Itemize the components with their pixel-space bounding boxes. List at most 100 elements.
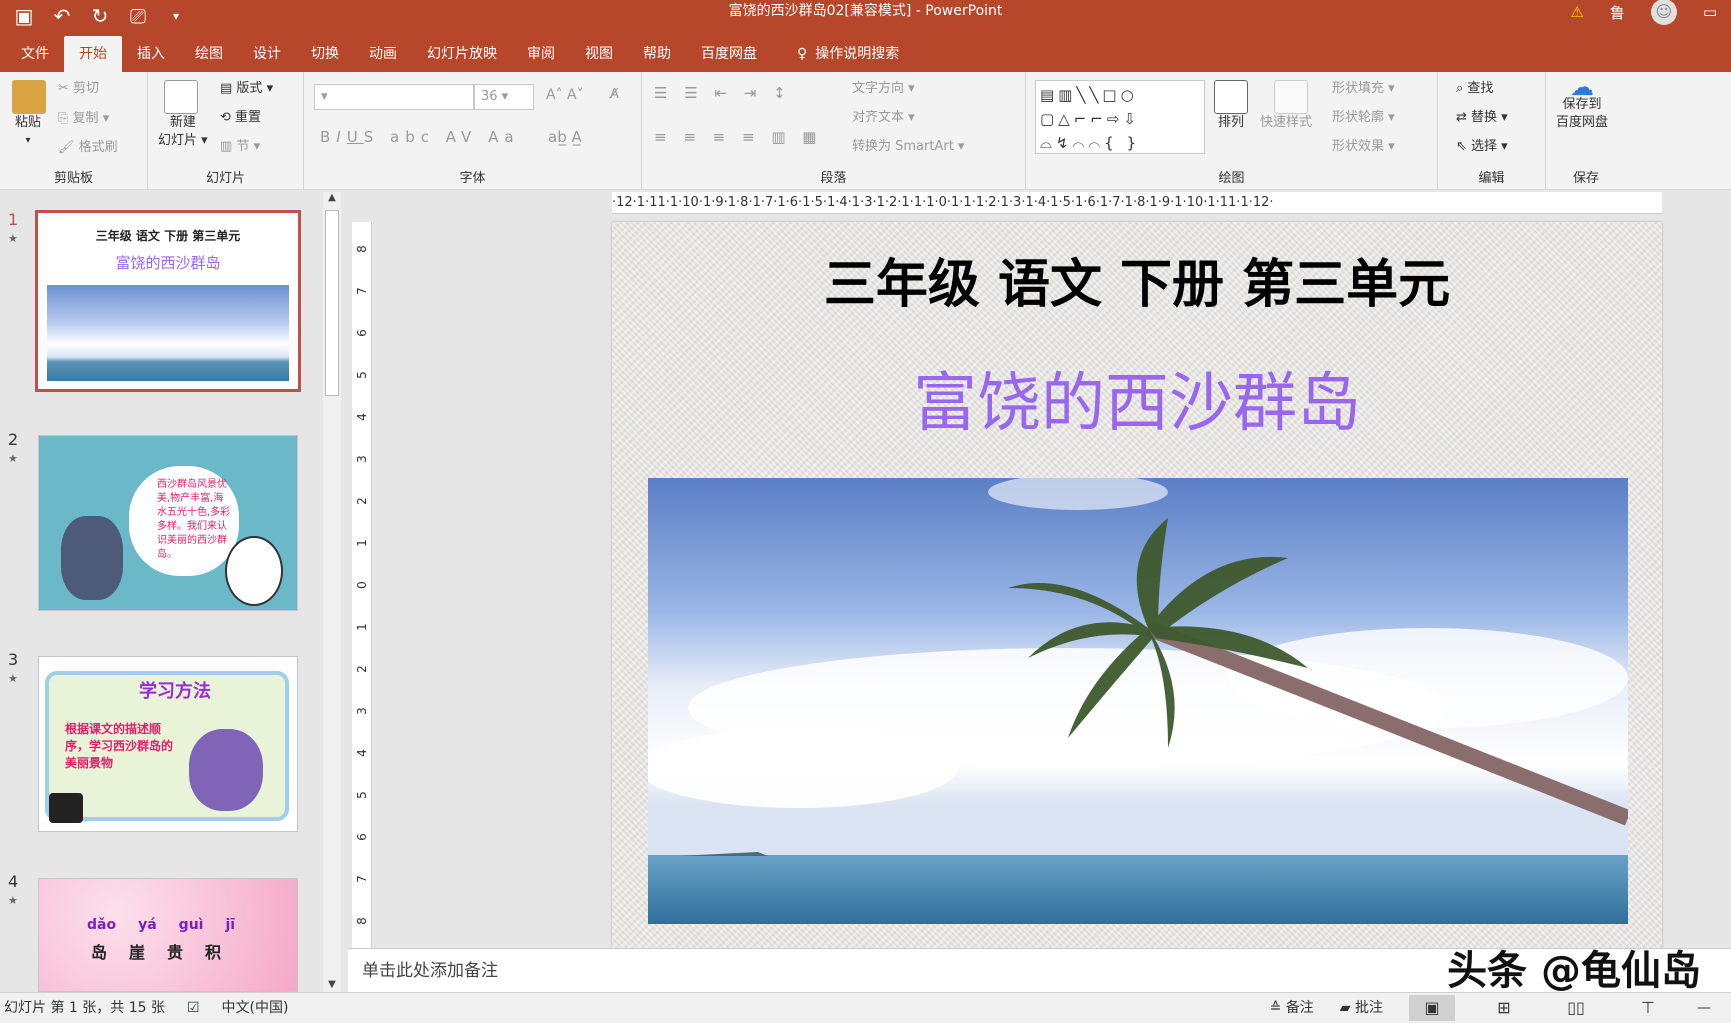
- slide-sorter-icon[interactable]: ⊞: [1481, 995, 1527, 1021]
- tab-help[interactable]: 帮助: [628, 36, 686, 72]
- avatar[interactable]: ☺: [1650, 0, 1677, 25]
- tab-review[interactable]: 审阅: [512, 36, 570, 72]
- thumb-number: 1: [8, 210, 19, 229]
- thumb-number: 2: [8, 430, 19, 449]
- group-save: ☁ 保存到 百度网盘 保存: [1546, 72, 1626, 190]
- notes-placeholder: 单击此处添加备注: [362, 961, 498, 981]
- animation-star-icon: ★: [8, 232, 18, 245]
- slide-thumbnail-4[interactable]: dǎo yá guì jī 岛崖贵积: [38, 878, 298, 992]
- font-format-buttons[interactable]: BIUS abc AV Aa: [320, 128, 520, 146]
- layout-button[interactable]: ▤ 版式 ▾: [220, 80, 273, 98]
- find-icon: ⌕: [1456, 81, 1468, 96]
- tab-design[interactable]: 设计: [238, 36, 296, 72]
- list-buttons[interactable]: ☰ ☰ ⇤ ⇥ ↕: [654, 84, 792, 102]
- slideshow-view-icon[interactable]: ⊤: [1625, 995, 1671, 1021]
- zoom-out-icon[interactable]: —: [1697, 993, 1711, 1023]
- vertical-ruler: 87654321012345678: [352, 222, 372, 948]
- copy-icon: ⎘: [58, 111, 73, 126]
- slide-thumbnail-1[interactable]: 三年级 语文 下册 第三单元 富饶的西沙群岛: [35, 210, 301, 392]
- tab-insert[interactable]: 插入: [122, 36, 180, 72]
- animation-star-icon: ★: [8, 452, 18, 465]
- thumbnail-scrollbar[interactable]: ▲ ▼: [323, 192, 341, 992]
- scroll-up-icon[interactable]: ▲: [323, 192, 341, 203]
- slide-canvas[interactable]: 三年级 语文 下册 第三单元 富饶的西沙群岛: [612, 222, 1662, 948]
- baidu-cloud-icon: ☁: [1570, 73, 1594, 101]
- font-size-combo[interactable]: 36 ▾: [474, 84, 534, 110]
- tab-view[interactable]: 视图: [570, 36, 628, 72]
- warning-icon[interactable]: ⚠: [1570, 3, 1583, 21]
- text-direction-button[interactable]: 文字方向 ▾: [852, 80, 915, 98]
- horizontal-ruler: ·12·1·11·1·10·1·9·1·8·1·7·1·6·1·5·1·4·1·…: [612, 192, 1662, 214]
- save-baidu-button[interactable]: ☁ 保存到 百度网盘: [1556, 73, 1608, 132]
- slide-title[interactable]: 三年级 语文 下册 第三单元: [612, 242, 1662, 317]
- reading-view-icon[interactable]: ▯▯: [1553, 995, 1599, 1021]
- section-button[interactable]: ▥ 节 ▾: [220, 138, 260, 156]
- window-title: 富饶的西沙群岛02[兼容模式] - PowerPoint: [728, 3, 1003, 19]
- replace-icon: ⇄: [1456, 110, 1472, 125]
- cursor-icon: ⇖: [1456, 139, 1472, 154]
- tab-animations[interactable]: 动画: [354, 36, 412, 72]
- shape-effects-button[interactable]: 形状效果 ▾: [1332, 138, 1395, 156]
- reset-button[interactable]: ⟲ 重置: [220, 109, 261, 127]
- cut-button[interactable]: ✂ 剪切: [58, 80, 99, 98]
- group-label-drawing: 绘图: [1218, 171, 1245, 186]
- brush-icon: 🖌: [58, 140, 79, 155]
- thumbnail-pane: 1 ★ 三年级 语文 下册 第三单元 富饶的西沙群岛 2 ★ 西沙群岛风景优美,…: [0, 190, 340, 992]
- font-name-combo[interactable]: ▾: [314, 84, 474, 110]
- format-painter-button[interactable]: 🖌 格式刷: [58, 139, 118, 157]
- slide-thumbnail-3[interactable]: 学习方法 根据课文的描述顺序，学习西沙群岛的美丽景物: [38, 656, 298, 832]
- cartoon-bear: [189, 729, 263, 811]
- user-name[interactable]: 鲁: [1610, 2, 1625, 23]
- ribbon: 粘贴 ▾ ✂ 剪切 ⎘ 复制 ▾ 🖌 格式刷 剪贴板 新建 幻灯片 ▾ ▤ 版式…: [0, 72, 1731, 190]
- animation-star-icon: ★: [8, 894, 18, 907]
- tab-file[interactable]: 文件: [6, 36, 64, 72]
- align-text-button[interactable]: 对齐文本 ▾: [852, 109, 915, 127]
- find-button[interactable]: ⌕ 查找: [1456, 80, 1493, 98]
- notes-pane[interactable]: 单击此处添加备注 头条 @龟仙岛: [348, 948, 1731, 993]
- paste-icon: [12, 80, 46, 114]
- font-grow-shrink[interactable]: A˄ A˅: [546, 86, 584, 104]
- new-slide-button[interactable]: 新建 幻灯片 ▾: [158, 80, 208, 150]
- section-icon: ▥: [220, 139, 237, 154]
- tab-home[interactable]: 开始: [64, 36, 122, 72]
- normal-view-icon[interactable]: ▣: [1409, 995, 1455, 1021]
- layout-icon: ▤: [220, 81, 237, 96]
- slide-subtitle[interactable]: 富饶的西沙群岛: [612, 352, 1662, 444]
- arrange-button[interactable]: 排列: [1214, 80, 1248, 132]
- shape-fill-button[interactable]: 形状填充 ▾: [1332, 80, 1395, 98]
- tab-draw[interactable]: 绘图: [180, 36, 238, 72]
- accessibility-icon[interactable]: ☑: [187, 993, 200, 1023]
- tab-transitions[interactable]: 切换: [296, 36, 354, 72]
- tab-slideshow[interactable]: 幻灯片放映: [412, 36, 512, 72]
- quick-styles-button[interactable]: 快速样式: [1260, 80, 1312, 132]
- group-font: ▾ 36 ▾ A˄ A˅ A̸ BIUS abc AV Aa ab̲ A̲ 字体: [304, 72, 642, 190]
- arrange-icon: [1214, 80, 1248, 114]
- slide-count: 幻灯片 第 1 张，共 15 张: [4, 1000, 165, 1016]
- clear-format-icon[interactable]: A̸: [610, 86, 619, 104]
- align-buttons[interactable]: ≡ ≡ ≡ ≡ ▥ ▦: [654, 128, 822, 146]
- scroll-down-icon[interactable]: ▼: [323, 979, 341, 990]
- lightbulb-icon: ♀: [797, 46, 808, 62]
- replace-button[interactable]: ⇄ 替换 ▾: [1456, 109, 1508, 127]
- palm-beach-photo[interactable]: [648, 478, 1628, 924]
- font-color-buttons[interactable]: ab̲ A̲: [548, 128, 582, 146]
- select-button[interactable]: ⇖ 选择 ▾: [1456, 138, 1508, 156]
- quick-styles-icon: [1274, 80, 1308, 114]
- tell-me-search[interactable]: ♀ 操作说明搜索: [782, 36, 914, 72]
- group-label-slides: 幻灯片: [205, 171, 245, 186]
- paste-button[interactable]: 粘贴 ▾: [10, 80, 46, 150]
- shape-outline-button[interactable]: 形状轮廓 ▾: [1332, 109, 1395, 127]
- group-label-editing: 编辑: [1478, 171, 1505, 186]
- ribbon-display-icon[interactable]: ▭: [1703, 3, 1717, 21]
- notes-button[interactable]: ≙ 备注: [1270, 993, 1314, 1023]
- comments-button[interactable]: ▰ 批注: [1340, 993, 1383, 1023]
- scroll-thumb[interactable]: [325, 210, 339, 396]
- slide-thumbnail-2[interactable]: 西沙群岛风景优美,物产丰富,海水五光十色,多彩多样。我们来认识美丽的西沙群岛。: [38, 435, 298, 611]
- tab-baidu[interactable]: 百度网盘: [686, 36, 772, 72]
- scissors-icon: ✂: [58, 81, 74, 96]
- group-label-paragraph: 段落: [820, 171, 847, 186]
- palette-icon: [225, 536, 283, 606]
- language-indicator[interactable]: 中文(中国): [222, 993, 289, 1023]
- smartart-button[interactable]: 转换为 SmartArt ▾: [852, 138, 964, 156]
- copy-button[interactable]: ⎘ 复制 ▾: [58, 110, 109, 128]
